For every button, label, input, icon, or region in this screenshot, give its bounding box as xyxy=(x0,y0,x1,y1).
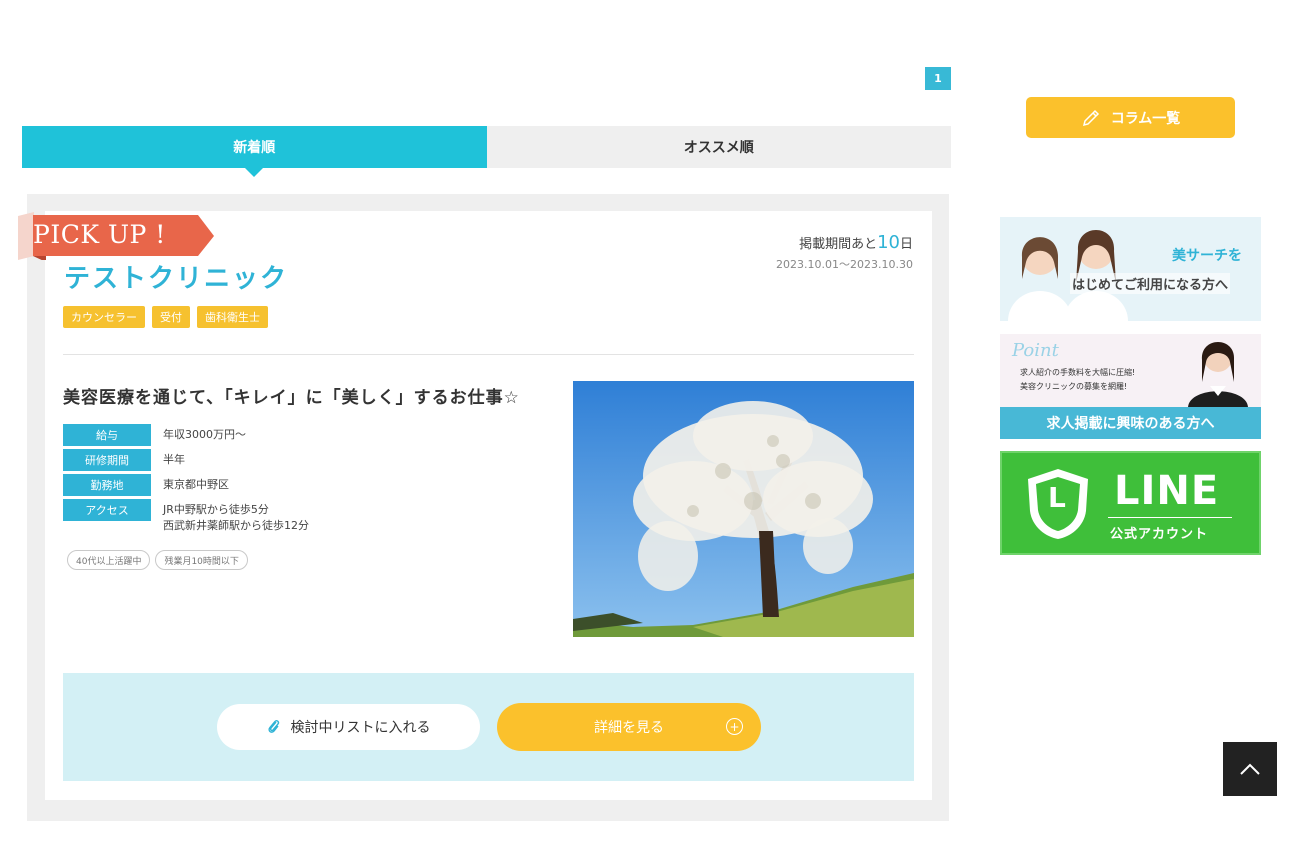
access-line-1: JR中野駅から徒歩5分 xyxy=(163,503,269,516)
banner1-line2: はじめてご利用になる方へ xyxy=(1070,273,1231,294)
action-bar xyxy=(63,673,914,781)
info-key: 研修期間 xyxy=(63,449,151,471)
posting-period: 掲載期間あと10日 2023.10.01～2023.10.30 xyxy=(776,232,913,272)
access-line-2: 西武新井薬師駅から徒歩12分 xyxy=(163,519,309,532)
banner1-line1: 美サーチを xyxy=(1172,248,1242,264)
job-headline: 美容医療を通じて、「キレイ」に「美しく」するお仕事☆ xyxy=(63,388,520,408)
clinic-name[interactable]: テストクリニック xyxy=(64,258,288,295)
circle-plus-icon: + xyxy=(726,718,743,735)
first-time-users-banner[interactable]: 美サーチを はじめてご利用になる方へ xyxy=(1000,217,1261,321)
job-category-tags: カウンセラー 受付 歯科衛生士 xyxy=(63,306,268,328)
info-key: アクセス xyxy=(63,499,151,521)
businesswoman-illustration xyxy=(1188,342,1248,407)
line-subtitle: 公式アカウント xyxy=(1110,527,1209,542)
column-list-label: コラム一覧 xyxy=(1110,110,1181,127)
pagination-page-1[interactable]: 1 xyxy=(925,67,951,90)
feature-tag: 残業月10時間以下 xyxy=(155,550,248,570)
column-list-button[interactable]: コラム一覧 xyxy=(1026,97,1235,138)
blossoming-tree-photo xyxy=(573,381,914,637)
view-details-label: 詳細を見る xyxy=(594,720,664,736)
job-tag: 受付 xyxy=(152,306,190,328)
info-value: 半年 xyxy=(163,453,185,466)
feature-tags: 40代以上活躍中 残業月10時間以下 xyxy=(67,550,248,570)
divider xyxy=(63,354,914,355)
back-to-top-button[interactable] xyxy=(1223,742,1277,796)
tab-recommended[interactable]: オススメ順 xyxy=(487,126,952,168)
info-row-location: 勤務地 東京都中野区 xyxy=(63,474,309,496)
job-info-table: 給与 年収3000万円～ 研修期間 半年 勤務地 東京都中野区 アクセス JR中… xyxy=(63,424,309,537)
info-key: 給与 xyxy=(63,424,151,446)
pencil-icon xyxy=(1082,109,1099,126)
line-logo-letter: L xyxy=(1048,481,1066,514)
info-value: JR中野駅から徒歩5分 西武新井薬師駅から徒歩12分 xyxy=(163,499,309,534)
period-label: 掲載期間あと xyxy=(799,237,878,252)
banner2-cta: 求人掲載に興味のある方へ xyxy=(1000,407,1261,439)
banner2-line2: 美容クリニックの募集を網羅! xyxy=(1020,382,1128,391)
info-row-training: 研修期間 半年 xyxy=(63,449,309,471)
sort-tabs: 新着順 オススメ順 xyxy=(22,126,952,177)
info-value: 東京都中野区 xyxy=(163,478,229,491)
feature-tag: 40代以上活躍中 xyxy=(67,550,151,570)
job-tag: カウンセラー xyxy=(63,306,145,328)
banner2-line1: 求人紹介の手数料を大幅に圧縮! xyxy=(1020,368,1136,377)
info-row-salary: 給与 年収3000万円～ xyxy=(63,424,309,446)
period-range: 2023.10.01～2023.10.30 xyxy=(776,258,913,271)
line-title: LINE xyxy=(1114,468,1220,514)
view-details-button[interactable]: 詳細を見る + xyxy=(497,703,761,751)
period-unit: 日 xyxy=(899,237,913,252)
pickup-label: PICK UP ! xyxy=(33,219,166,249)
add-to-shortlist-label: 検討中リストに入れる xyxy=(290,720,431,736)
tab-newest[interactable]: 新着順 xyxy=(22,126,487,177)
paperclip-icon xyxy=(267,720,279,733)
staff-photo-illustration xyxy=(1000,217,1261,321)
period-days: 10 xyxy=(877,232,900,253)
info-row-access: アクセス JR中野駅から徒歩5分 西武新井薬師駅から徒歩12分 xyxy=(63,499,309,534)
add-to-shortlist-button[interactable]: 検討中リストに入れる xyxy=(217,704,480,750)
chevron-up-icon xyxy=(1240,763,1260,775)
job-tag: 歯科衛生士 xyxy=(197,306,268,328)
info-value: 年収3000万円～ xyxy=(163,428,246,441)
info-key: 勤務地 xyxy=(63,474,151,496)
line-official-account-banner[interactable]: L LINE 公式アカウント xyxy=(1000,451,1261,555)
advertise-job-banner[interactable]: Point 求人紹介の手数料を大幅に圧縮! 美容クリニックの募集を網羅! 求人掲… xyxy=(1000,334,1261,439)
banner2-point: Point xyxy=(1012,340,1059,361)
